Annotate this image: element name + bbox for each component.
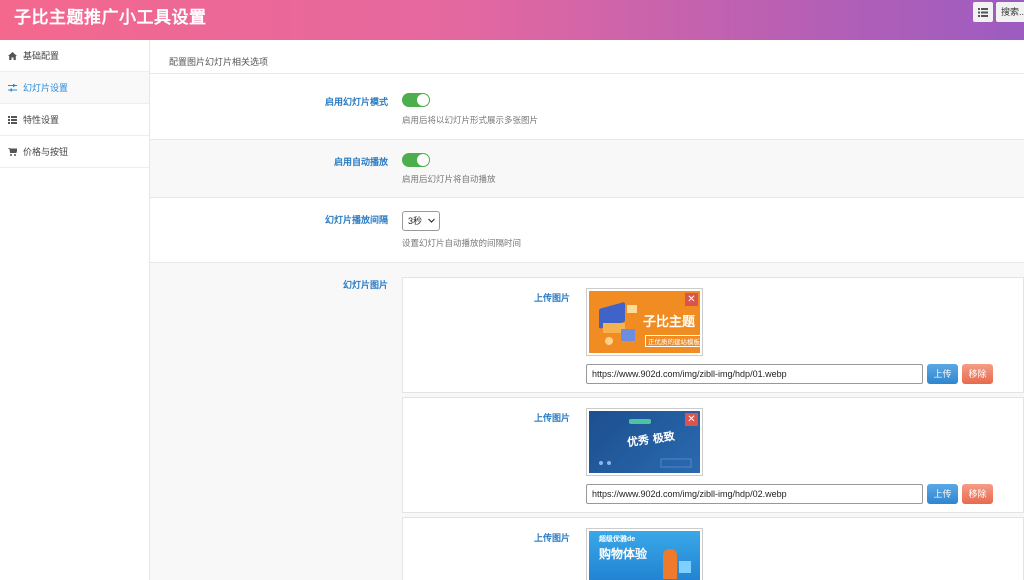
image-item: 上传图片 超级优雅de 购物体验 — [402, 517, 1024, 580]
slide-mode-label: 启用幻灯片模式 — [324, 97, 388, 107]
header-bar: 子比主题推广小工具设置 搜索... — [0, 0, 1024, 40]
upload-button[interactable]: 上传 — [927, 364, 958, 384]
sidebar-item-pricing[interactable]: 价格与按钮 — [0, 136, 149, 168]
close-icon[interactable]: ✕ — [685, 293, 698, 306]
toggle-knob — [417, 94, 429, 106]
slide-image-1: 子比主题 正优质的建站模板 ✕ — [589, 291, 700, 353]
list-icon — [978, 7, 988, 17]
sidebar-item-slides[interactable]: 幻灯片设置 — [0, 72, 149, 104]
slide-mode-toggle[interactable] — [402, 93, 430, 107]
autoplay-toggle[interactable] — [402, 153, 430, 167]
remove-button[interactable]: 移除 — [962, 484, 993, 504]
image-preview: 优秀 极致 ✕ — [586, 408, 703, 476]
slide-image-title: 子比主题 — [643, 314, 696, 329]
upload-button[interactable]: 上传 — [927, 484, 958, 504]
sidebar-item-label: 价格与按钮 — [23, 147, 69, 157]
illustration-image — [599, 302, 637, 345]
slide-mode-help: 启用后将以幻灯片形式展示多张图片 — [402, 115, 539, 125]
slide-image-title: 购物体验 — [599, 547, 648, 561]
settings-panel: 配置图片幻灯片相关选项 启用幻灯片模式 启用后将以幻灯片形式展示多张图片 启用自… — [150, 40, 1024, 580]
autoplay-help: 启用后幻灯片将自动播放 — [402, 174, 496, 184]
home-icon — [7, 51, 17, 61]
image-item: 上传图片 子比主题 正优质的建站模板 ✕ https://www.902d.co… — [402, 277, 1024, 393]
sidebar-item-label: 幻灯片设置 — [23, 83, 69, 93]
divider — [150, 197, 1024, 198]
image-item: 上传图片 优秀 极致 ✕ https://www.902d.com/img/zi… — [402, 397, 1024, 513]
image-url-input[interactable]: https://www.902d.com/img/zibll-img/hdp/0… — [586, 484, 923, 504]
sidebar-item-basic[interactable]: 基础配置 — [0, 40, 149, 72]
slide-image-title: 优秀 极致 — [626, 429, 676, 450]
interval-value: 3秒 — [408, 216, 423, 226]
image-preview: 子比主题 正优质的建站模板 ✕ — [586, 288, 703, 356]
section-description: 配置图片幻灯片相关选项 — [169, 57, 269, 67]
slide-image-subtitle: 正优质的建站模板 — [645, 335, 700, 347]
slide-image-3: 超级优雅de 购物体验 — [589, 531, 700, 580]
list-icon — [7, 115, 17, 125]
interval-help: 设置幻灯片自动播放的间隔时间 — [402, 238, 522, 248]
divider — [150, 73, 1024, 74]
figure-shape — [663, 549, 677, 579]
interval-label: 幻灯片播放间隔 — [324, 215, 388, 225]
interval-select[interactable]: 3秒 — [402, 211, 440, 231]
autoplay-row — [150, 140, 1024, 197]
image-preview: 超级优雅de 购物体验 — [586, 528, 703, 580]
cube-shape — [679, 561, 691, 573]
close-icon[interactable]: ✕ — [685, 413, 698, 426]
remove-button[interactable]: 移除 — [962, 364, 993, 384]
upload-image-label: 上传图片 — [533, 413, 570, 423]
sliders-icon — [7, 83, 17, 93]
slide-image-2: 优秀 极致 ✕ — [589, 411, 700, 473]
image-url-input[interactable]: https://www.902d.com/img/zibll-img/hdp/0… — [586, 364, 923, 384]
sidebar-item-label: 特性设置 — [23, 115, 60, 125]
cart-icon — [7, 147, 17, 157]
autoplay-label: 启用自动播放 — [333, 157, 388, 167]
upload-image-label: 上传图片 — [533, 293, 570, 303]
pattern-image — [599, 458, 692, 468]
images-label: 幻灯片图片 — [342, 280, 388, 290]
logo-mark — [629, 419, 651, 424]
slide-image-subtitle: 超级优雅de — [599, 536, 636, 543]
upload-image-label: 上传图片 — [533, 533, 570, 543]
sidebar-item-features[interactable]: 特性设置 — [0, 104, 149, 136]
toggle-knob — [417, 154, 429, 166]
chevron-down-icon — [428, 218, 435, 223]
sidebar-item-label: 基础配置 — [23, 51, 60, 61]
page-title: 子比主题推广小工具设置 — [14, 8, 207, 27]
menu-button[interactable] — [973, 2, 993, 22]
sidebar: 基础配置 幻灯片设置 特性设置 价格与按钮 — [0, 40, 150, 580]
search-button[interactable]: 搜索... — [996, 2, 1024, 22]
